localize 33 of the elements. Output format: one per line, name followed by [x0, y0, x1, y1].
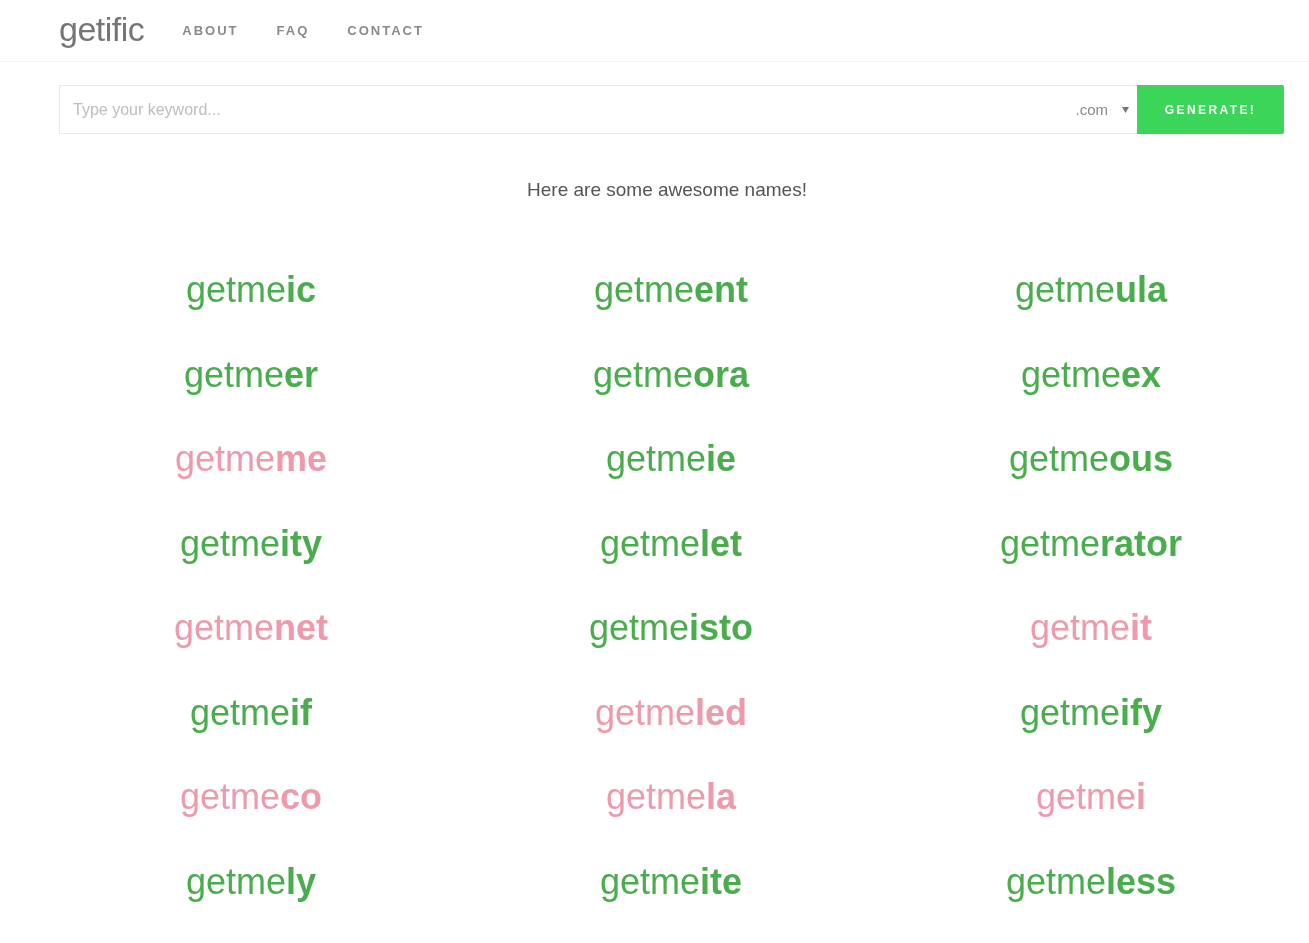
- name-suggestion[interactable]: getmeie: [605, 439, 737, 480]
- name-suggestion[interactable]: getmeite: [599, 861, 743, 902]
- name-suggestion[interactable]: getmeic: [185, 270, 317, 311]
- logo[interactable]: getific: [59, 11, 145, 50]
- generate-button[interactable]: GENERATE!: [1137, 85, 1284, 134]
- keyword-field[interactable]: Type your keyword... .com: [59, 85, 1137, 134]
- name-suggestion[interactable]: getmeous: [1008, 439, 1174, 480]
- name-suggestion[interactable]: getmerator: [999, 523, 1183, 564]
- extension-dropdown[interactable]: .com: [1065, 86, 1137, 133]
- name-suggestion[interactable]: getmela: [605, 777, 737, 818]
- name-suggestion[interactable]: getmei: [1035, 777, 1147, 818]
- results-heading: Here are some awesome names!: [526, 179, 808, 201]
- name-suggestion[interactable]: getmenet: [173, 608, 329, 649]
- name-suggestion[interactable]: getmeify: [1019, 692, 1163, 733]
- name-suggestion[interactable]: getmeme: [174, 439, 328, 480]
- name-suggestion[interactable]: getmeity: [179, 523, 323, 564]
- nav-link[interactable]: CONTACT: [347, 23, 424, 38]
- name-suggestion[interactable]: getmeisto: [588, 608, 754, 649]
- nav-link[interactable]: FAQ: [276, 23, 310, 38]
- name-suggestion[interactable]: getmeif: [189, 692, 313, 733]
- name-suggestion[interactable]: getmely: [185, 861, 317, 902]
- caret-icon: [1122, 106, 1129, 113]
- name-suggestion[interactable]: getmeent: [593, 270, 749, 311]
- name-suggestion[interactable]: getmeled: [594, 692, 748, 733]
- name-suggestion[interactable]: getmeex: [1020, 354, 1162, 395]
- name-suggestion[interactable]: getmeora: [592, 354, 750, 395]
- name-suggestion[interactable]: getmelet: [599, 523, 743, 564]
- name-suggestion[interactable]: getmeco: [179, 777, 323, 818]
- name-suggestion[interactable]: getmeless: [1005, 861, 1177, 902]
- nav-link[interactable]: ABOUT: [182, 23, 239, 38]
- name-suggestion[interactable]: getmeula: [1014, 270, 1168, 311]
- name-suggestion[interactable]: getmeit: [1029, 608, 1153, 649]
- name-suggestion[interactable]: getmeer: [183, 354, 319, 395]
